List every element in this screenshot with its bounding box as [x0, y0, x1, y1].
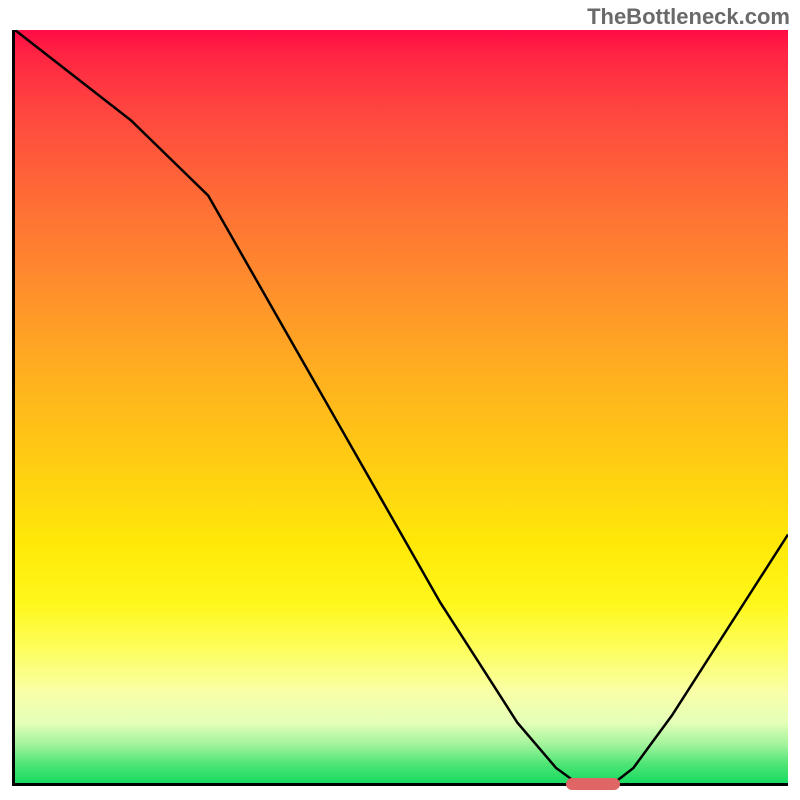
- bottleneck-curve: [15, 30, 788, 781]
- chart-plot-area: [12, 30, 788, 786]
- chart-curve-svg: [15, 30, 788, 783]
- watermark-text: TheBottleneck.com: [587, 4, 790, 30]
- optimal-marker: [566, 778, 620, 790]
